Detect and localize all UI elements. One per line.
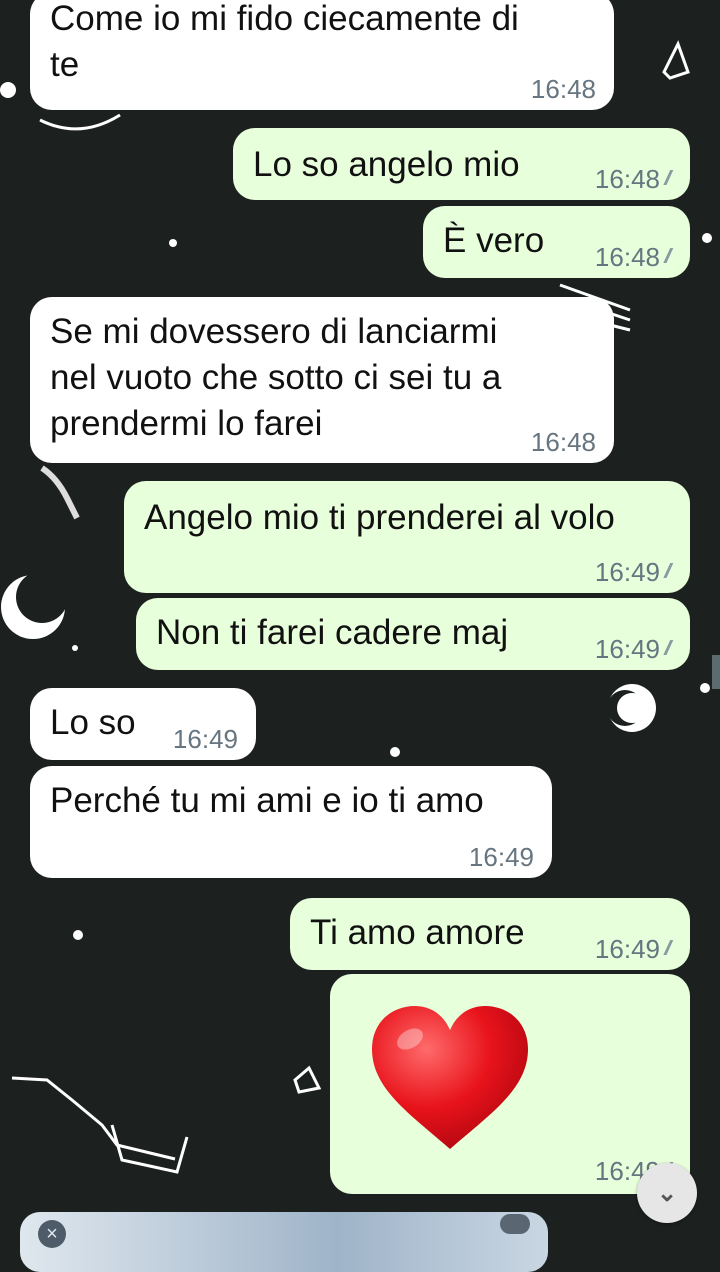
- message-bubble-outgoing[interactable]: Non ti farei cadere maj 16:49 //: [136, 598, 690, 670]
- close-icon[interactable]: ×: [38, 1220, 66, 1248]
- chat-area: Come io mi fido ciecamente di te 16:48 L…: [0, 0, 720, 1272]
- constellation-doodle: [11, 1076, 189, 1174]
- message-time: 16:48: [594, 242, 660, 272]
- planet-ring-doodle: [39, 113, 121, 131]
- message-bubble-incoming[interactable]: Se mi dovessero di lanciarmi nel vuoto c…: [30, 297, 614, 463]
- message-time: 16:49: [172, 724, 238, 754]
- double-chevron-down-icon: ⌄: [656, 1179, 678, 1207]
- message-text: Angelo mio ti prenderei al volo: [144, 498, 615, 537]
- message-text: Se mi dovessero di lanciarmi nel vuoto c…: [50, 312, 502, 443]
- message-bubble-incoming[interactable]: Lo so 16:49: [30, 688, 256, 760]
- message-time: 16:49: [594, 557, 660, 587]
- attachment-icon[interactable]: [500, 1214, 530, 1234]
- message-bubble-incoming[interactable]: Perché tu mi ami e io ti amo 16:49: [30, 766, 552, 878]
- moon-doodle: [608, 684, 656, 732]
- scroll-to-bottom-button[interactable]: ⌄: [637, 1163, 697, 1223]
- message-time: 16:49: [594, 934, 660, 964]
- star-outline-icon: [662, 40, 690, 80]
- reply-preview-bar[interactable]: [20, 1212, 548, 1272]
- moon-doodle: [1, 575, 65, 639]
- message-text: Perché tu mi ami e io ti amo: [50, 781, 484, 820]
- scroll-indicator: [712, 655, 720, 689]
- message-time: 16:48: [594, 164, 660, 194]
- message-text: Come io mi fido ciecamente di te: [50, 0, 519, 84]
- message-bubble-outgoing[interactable]: Ti amo amore 16:49 //: [290, 898, 690, 970]
- message-bubble-incoming[interactable]: Come io mi fido ciecamente di te 16:48: [30, 0, 614, 110]
- astronaut-doodle: [40, 465, 80, 520]
- red-heart-emoji: [372, 1006, 528, 1149]
- message-text: Non ti farei cadere maj: [156, 613, 509, 652]
- message-bubble-outgoing[interactable]: 16:49 //: [330, 974, 690, 1194]
- message-bubble-outgoing[interactable]: È vero 16:48 //: [423, 206, 690, 278]
- message-time: 16:48: [530, 74, 596, 104]
- message-time: 16:49: [594, 634, 660, 664]
- message-bubble-outgoing[interactable]: Angelo mio ti prenderei al volo 16:49 //: [124, 481, 690, 593]
- message-time: 16:48: [530, 427, 596, 457]
- message-time: 16:49: [468, 842, 534, 872]
- star-outline-icon: [293, 1065, 322, 1094]
- message-bubble-outgoing[interactable]: Lo so angelo mio 16:48 //: [233, 128, 690, 200]
